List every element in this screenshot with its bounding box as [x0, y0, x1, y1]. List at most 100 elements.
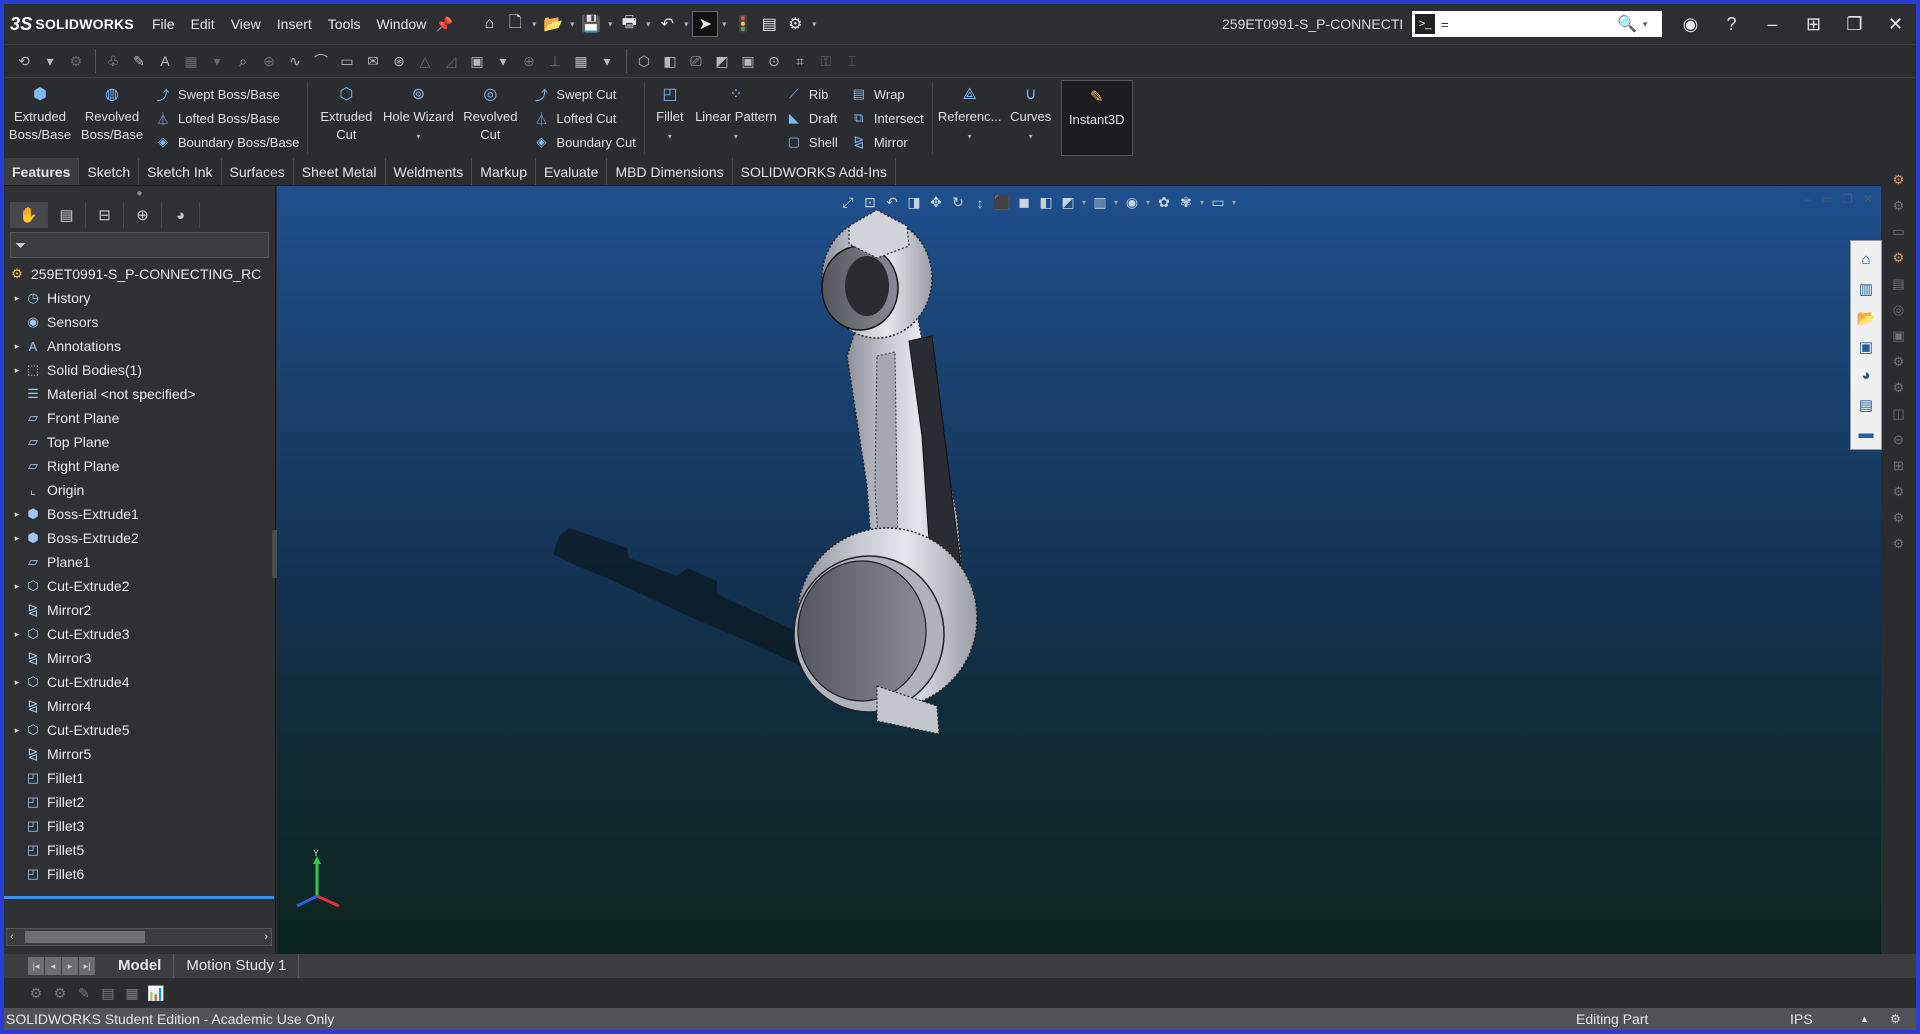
tree-item-mirror4[interactable]: ⧎ Mirror4	[4, 694, 275, 718]
tree-item-mirror5[interactable]: ⧎ Mirror5	[4, 742, 275, 766]
boundary-boss-button[interactable]: ◈ Boundary Boss/Base	[154, 130, 299, 154]
mirror-button[interactable]: ⧎ Mirror	[850, 130, 924, 154]
balloon-icon[interactable]: ⊛	[387, 49, 411, 73]
task-icon-7[interactable]: ▣	[1892, 328, 1904, 354]
home-icon[interactable]: ⌂	[476, 11, 502, 37]
menu-view[interactable]: View	[223, 4, 269, 44]
last-tab-icon[interactable]: ▸|	[79, 957, 95, 975]
expand-arrow-icon[interactable]: ▸	[10, 509, 24, 520]
save-dropdown-icon[interactable]: ▾	[604, 19, 616, 30]
tab-features[interactable]: Features	[4, 158, 80, 185]
lofted-boss-button[interactable]: ⏃ Lofted Boss/Base	[154, 106, 299, 130]
select-dropdown-icon[interactable]: ▾	[718, 19, 730, 30]
first-tab-icon[interactable]: |◂	[28, 957, 44, 975]
sketch-relations-icon[interactable]: ⚙	[64, 49, 88, 73]
tp-folder-icon[interactable]: 📂	[1857, 303, 1876, 332]
undo-icon[interactable]: ↶	[654, 11, 680, 37]
tree-item-front-plane[interactable]: ▱ Front Plane	[4, 406, 275, 430]
minimize-icon[interactable]: –	[1752, 14, 1793, 35]
hatch-dropdown-icon[interactable]: ▾	[205, 49, 229, 73]
restore-icon[interactable]: ❐	[1834, 14, 1875, 35]
tree-item-origin[interactable]: ⌞ Origin	[4, 478, 275, 502]
tab-mbd-dimensions[interactable]: MBD Dimensions	[607, 158, 733, 185]
expand-arrow-icon[interactable]: ▸	[10, 533, 24, 544]
unit-system[interactable]: IPS	[1790, 1011, 1860, 1027]
motion-icon-5[interactable]: ▦	[120, 985, 144, 1002]
tree-item-fillet2[interactable]: ◰ Fillet2	[4, 790, 275, 814]
tree-horizontal-scrollbar[interactable]: ‹ ›	[6, 928, 272, 946]
tab-evaluate[interactable]: Evaluate	[536, 158, 608, 185]
curves-dropdown-icon[interactable]: ▾	[1029, 128, 1033, 146]
search-icon[interactable]: 🔍	[1617, 14, 1637, 34]
smart-dimension-icon[interactable]: ⟲	[12, 49, 36, 73]
tree-item-mirror2[interactable]: ⧎ Mirror2	[4, 598, 275, 622]
measure-icon[interactable]: ⌗	[788, 49, 812, 73]
custom-properties-icon[interactable]: ◎	[1893, 302, 1904, 328]
tp-library-icon[interactable]: ▥	[1859, 274, 1873, 303]
tree-item-sensors[interactable]: ◉ Sensors	[4, 310, 275, 334]
tree-item-cut-extrude3[interactable]: ▸ ⬡ Cut-Extrude3	[4, 622, 275, 646]
task-icon-12[interactable]: ⊞	[1893, 458, 1904, 484]
tree-item-top-plane[interactable]: ▱ Top Plane	[4, 430, 275, 454]
tab-sketch[interactable]: Sketch	[79, 158, 140, 185]
command-search[interactable]: >_ 🔍 ▾	[1412, 11, 1662, 37]
task-icon-10[interactable]: ◫	[1892, 406, 1904, 432]
tree-item-boss-extrude1[interactable]: ▸ ⬢ Boss-Extrude1	[4, 502, 275, 526]
tp-appearance-icon[interactable]: ◕	[1861, 361, 1870, 390]
menu-tools[interactable]: Tools	[320, 4, 369, 44]
solidworks-resources-icon[interactable]: ⚙	[1893, 172, 1905, 198]
expand-arrow-icon[interactable]: ▸	[10, 629, 24, 640]
magnify-icon[interactable]: ⊕	[257, 49, 281, 73]
feature-manager-tab-icon[interactable]: ✋	[10, 202, 48, 228]
configuration-manager-tab-icon[interactable]: ⊟	[86, 202, 124, 228]
spline-tools-icon[interactable]: ♧	[101, 49, 125, 73]
open-icon[interactable]: 📂	[540, 11, 566, 37]
tree-item-fillet1[interactable]: ◰ Fillet1	[4, 766, 275, 790]
text-icon[interactable]: A	[153, 49, 177, 73]
menu-insert[interactable]: Insert	[269, 4, 320, 44]
task-icon-8[interactable]: ⚙	[1893, 354, 1905, 380]
pin-menu-icon[interactable]: 📌	[434, 16, 454, 33]
save-icon[interactable]: 💾	[578, 11, 604, 37]
note-icon[interactable]: ✉	[361, 49, 385, 73]
undo-dropdown-icon[interactable]: ▾	[680, 19, 692, 30]
tree-filter[interactable]: ⏷	[10, 232, 269, 258]
intersect-button[interactable]: ⧉ Intersect	[850, 106, 924, 130]
scroll-right-icon[interactable]: ›	[264, 931, 268, 943]
tree-item-cut-extrude4[interactable]: ▸ ⬡ Cut-Extrude4	[4, 670, 275, 694]
tree-rollback-bar[interactable]	[4, 896, 274, 899]
motion-icon-2[interactable]: ⚙	[48, 985, 72, 1002]
search-dropdown-icon[interactable]: ▾	[1643, 19, 1648, 30]
extruded-boss-button[interactable]: ⬢ Extruded Boss/Base	[4, 78, 76, 158]
tree-item-history[interactable]: ▸ ◷ History	[4, 286, 275, 310]
tab-sketch-ink[interactable]: Sketch Ink	[139, 158, 222, 185]
reference-geometry-button[interactable]: ⟁ Referenc... ▾	[935, 78, 1005, 158]
tab-surfaces[interactable]: Surfaces	[222, 158, 294, 185]
help-icon[interactable]: ?	[1711, 14, 1752, 35]
scrollbar-thumb[interactable]	[25, 931, 145, 943]
linear-pattern-dropdown-icon[interactable]: ▾	[734, 128, 738, 146]
table-dropdown-icon[interactable]: ▾	[595, 49, 619, 73]
surface-finish-icon[interactable]: ◿	[439, 49, 463, 73]
linear-pattern-button[interactable]: ⁘ Linear Pattern ▾	[693, 78, 779, 158]
tree-item-cut-extrude2[interactable]: ▸ ⬡ Cut-Extrude2	[4, 574, 275, 598]
dimension-box-icon[interactable]: ▭	[335, 49, 359, 73]
graphics-area[interactable]: ⤢ ⊡ ↶ ◨ ✥ ↻ ↕ ⬛ ◼ ◧ ◩ ▾ ▥ ▾ ◉ ▾ ✿ ✾ ▾ ▭ …	[277, 186, 1881, 954]
connecting-rod-model[interactable]	[277, 186, 1881, 954]
lofted-cut-button[interactable]: ⏃ Lofted Cut	[532, 106, 636, 130]
expand-arrow-icon[interactable]: ▸	[10, 581, 24, 592]
display-manager-tab-icon[interactable]: ◕	[162, 202, 200, 228]
motion-icon-4[interactable]: ▤	[96, 985, 120, 1002]
tree-item-fillet5[interactable]: ◰ Fillet5	[4, 838, 275, 862]
offset-icon[interactable]: ⌒	[309, 49, 333, 73]
task-icon-11[interactable]: ⊖	[1893, 432, 1904, 458]
print-icon[interactable]: 🖶	[616, 11, 642, 37]
tree-item-annotations[interactable]: ▸ A Annotations	[4, 334, 275, 358]
lock-icon[interactable]: ⚿	[814, 49, 838, 73]
tp-home-icon[interactable]: ⌂	[1861, 245, 1870, 274]
fillet-button[interactable]: ◰ Fillet ▾	[647, 78, 693, 158]
tree-item-plane1[interactable]: ▱ Plane1	[4, 550, 275, 574]
open-dropdown-icon[interactable]: ▾	[566, 19, 578, 30]
new-document-icon[interactable]: 🗋	[502, 11, 528, 37]
print-dropdown-icon[interactable]: ▾	[642, 19, 654, 30]
